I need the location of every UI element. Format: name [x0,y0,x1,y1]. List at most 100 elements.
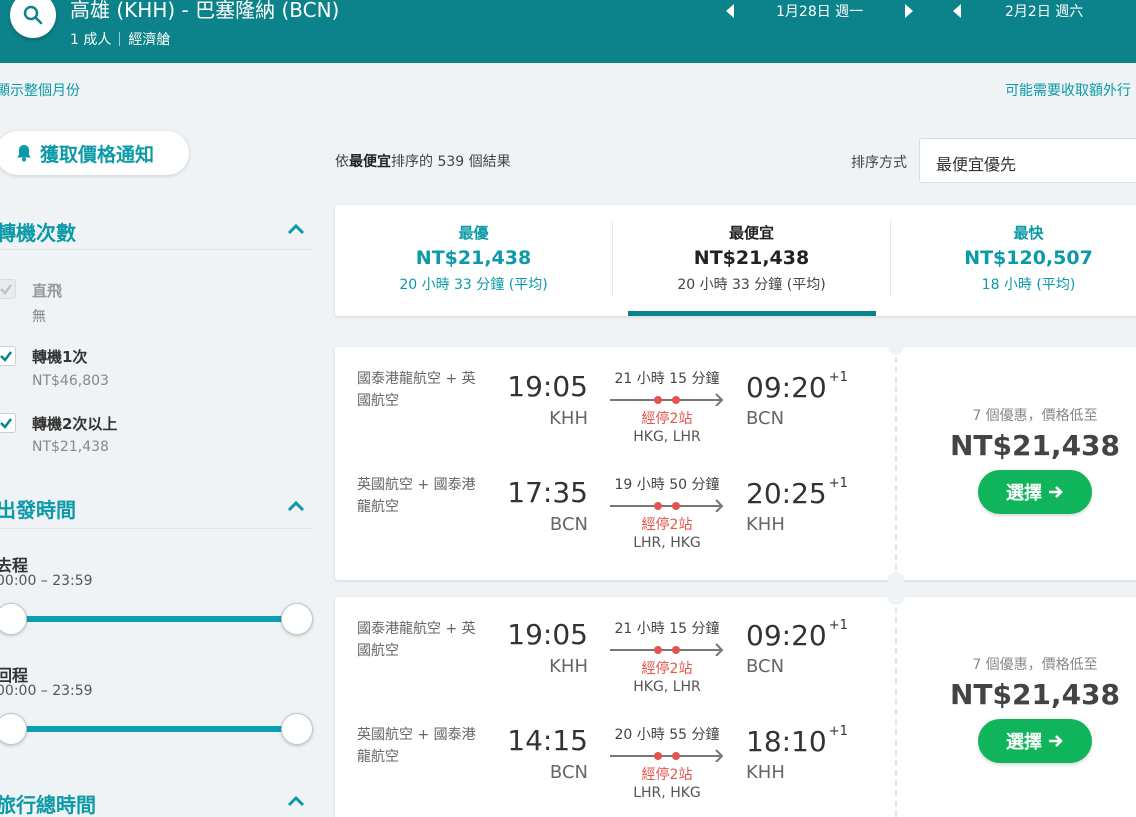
flight-duration: 21 小時 15 分鐘 [614,621,720,637]
plane-icon [714,499,724,512]
select-label: 選擇 [1006,483,1042,504]
results-suffix: 排序的 539 個結果 [391,154,511,170]
airline-name: 國泰港龍航空 + 英國航空 [357,371,476,409]
return-time-range: 00:00 – 23:59 [0,683,93,699]
outbound-date[interactable]: 1月28日 週一 [776,1,863,21]
tab-price: NT$120,507 [964,247,1093,269]
one-stop-price: NT$46,803 [32,373,109,389]
outbound-time-range: 00:00 – 23:59 [0,573,93,589]
tab-title: 最快 [1013,224,1044,242]
plane-icon [714,643,724,656]
route-line [610,393,724,406]
return-date-nav: 2月2日 週六 [953,1,1083,21]
route-title[interactable]: 高雄 (KHH) - 巴塞隆納 (BCN) [70,0,339,23]
outbound-slider-end-handle[interactable] [281,603,313,635]
stops-filter-title[interactable]: 轉機次數 [0,217,76,246]
layover-airports: HKG, LHR [633,679,701,695]
outbound-slider-start-handle[interactable] [0,603,27,635]
arrival-airport: KHH [746,514,785,535]
departure-time: 14:15 [507,724,588,757]
select-label: 選擇 [1006,732,1042,753]
price-alert-button[interactable]: 獲取價格通知 [0,131,189,175]
arrival-time: 09:20 +1 [746,370,848,404]
return-slider-start-handle[interactable] [0,713,27,745]
route-line [610,643,724,656]
departure-time-filter-title[interactable]: 出發時間 [0,494,76,523]
passenger-cabin-summary[interactable]: 1 成人 經濟艙 [70,29,170,49]
departure-time: 19:05 [507,370,588,403]
deals-count: 7 個優惠，價格低至 [972,657,1098,673]
flight-price: NT$21,438 [949,678,1121,711]
passenger-count: 1 成人 [70,32,112,48]
route-line [610,499,724,512]
day-offset: +1 [828,618,848,633]
arrival-time-value: 20:25 [746,477,827,510]
departure-airport: BCN [549,762,588,783]
chevron-right-icon[interactable] [905,4,914,18]
return-slider-end-handle[interactable] [281,713,313,745]
return-leg: 英國航空 + 國泰港龍航空 14:15 BCN 20 小時 55 分鐘 經停2站… [335,724,895,817]
flight-duration: 21 小時 15 分鐘 [614,371,720,387]
layover-airports: LHR, HKG [633,785,701,801]
nonstop-checkbox[interactable] [0,279,16,299]
tab-duration: 20 小時 33 分鐘 (平均) [677,277,826,293]
cabin-class: 經濟艙 [128,32,171,48]
two-plus-stops-checkbox[interactable] [0,413,16,433]
departure-time: 17:35 [507,476,588,509]
arrival-time: 20:25 +1 [746,476,848,510]
divider [0,249,312,250]
chevron-up-icon[interactable] [286,499,306,513]
departure-time: 19:05 [507,618,588,651]
departure-airport: KHH [549,656,588,677]
day-offset: +1 [828,724,848,739]
chevron-left-icon[interactable] [953,4,961,18]
airline-name: 英國航空 + 國泰港龍航空 [357,727,476,765]
chevron-up-icon[interactable] [286,794,306,808]
outbound-date-nav: 1月28日 週一 [726,1,914,21]
return-date[interactable]: 2月2日 週六 [1005,1,1083,21]
tab-duration: 20 小時 33 分鐘 (平均) [399,277,548,293]
check-icon [0,284,12,295]
tab-fastest[interactable]: 最快 NT$120,507 18 小時 (平均) [890,205,1136,294]
flight-result-card[interactable]: 國泰港龍航空 + 英國航空 19:05 KHH 21 小時 15 分鐘 經停2站… [335,597,1136,817]
one-stop-checkbox[interactable] [0,346,16,366]
arrow-right-icon [1049,486,1063,498]
day-offset: +1 [828,476,848,491]
airline-name: 英國航空 + 國泰港龍航空 [357,477,476,515]
separator [119,32,121,46]
chevron-up-icon[interactable] [286,222,306,236]
deals-count: 7 個優惠，價格低至 [972,408,1098,424]
stops-count: 經停2站 [641,411,693,427]
return-time-slider[interactable] [10,726,296,732]
chevron-left-icon[interactable] [726,4,734,18]
check-icon [0,351,12,362]
search-header: 高雄 (KHH) - 巴塞隆納 (BCN) 1 成人 經濟艙 1月28日 週一 2… [0,0,1136,63]
plane-icon [714,749,724,762]
results-sort-key: 最便宜 [349,154,391,170]
duration-filter-title[interactable]: 旅行總時間 [0,789,96,817]
stops-count: 經停2站 [641,661,693,677]
flight-price: NT$21,438 [949,429,1121,462]
flight-duration: 19 小時 50 分鐘 [614,477,720,493]
arrival-time-value: 18:10 [746,725,827,758]
two-plus-stops-price: NT$21,438 [32,439,109,455]
tab-duration: 18 小時 (平均) [981,277,1076,293]
show-full-month-link[interactable]: 顯示整個月份 [0,80,80,100]
select-flight-button[interactable]: 選擇 [978,719,1092,763]
outbound-leg: 國泰港龍航空 + 英國航空 19:05 KHH 21 小時 15 分鐘 經停2站… [335,368,895,468]
results-prefix: 依 [335,154,349,170]
layover-airports: HKG, LHR [633,429,701,445]
return-leg: 英國航空 + 國泰港龍航空 17:35 BCN 19 小時 50 分鐘 經停2站… [335,474,895,574]
tab-cheapest[interactable]: 最便宜 NT$21,438 20 小時 33 分鐘 (平均) [613,205,890,294]
stops-count: 經停2站 [641,517,693,533]
search-button[interactable] [10,0,56,38]
plane-icon [714,393,724,406]
divider [0,528,312,529]
outbound-time-slider[interactable] [10,616,296,622]
extra-fees-link[interactable]: 可能需要收取額外行 [1005,80,1131,100]
results-count: 依最便宜排序的 539 個結果 [335,151,511,171]
sort-dropdown[interactable]: 最便宜優先 [919,138,1136,183]
select-flight-button[interactable]: 選擇 [978,470,1092,514]
tab-best[interactable]: 最優 NT$21,438 20 小時 33 分鐘 (平均) [335,205,612,294]
flight-result-card[interactable]: 國泰港龍航空 + 英國航空 19:05 KHH 21 小時 15 分鐘 經停2站… [335,347,1136,580]
